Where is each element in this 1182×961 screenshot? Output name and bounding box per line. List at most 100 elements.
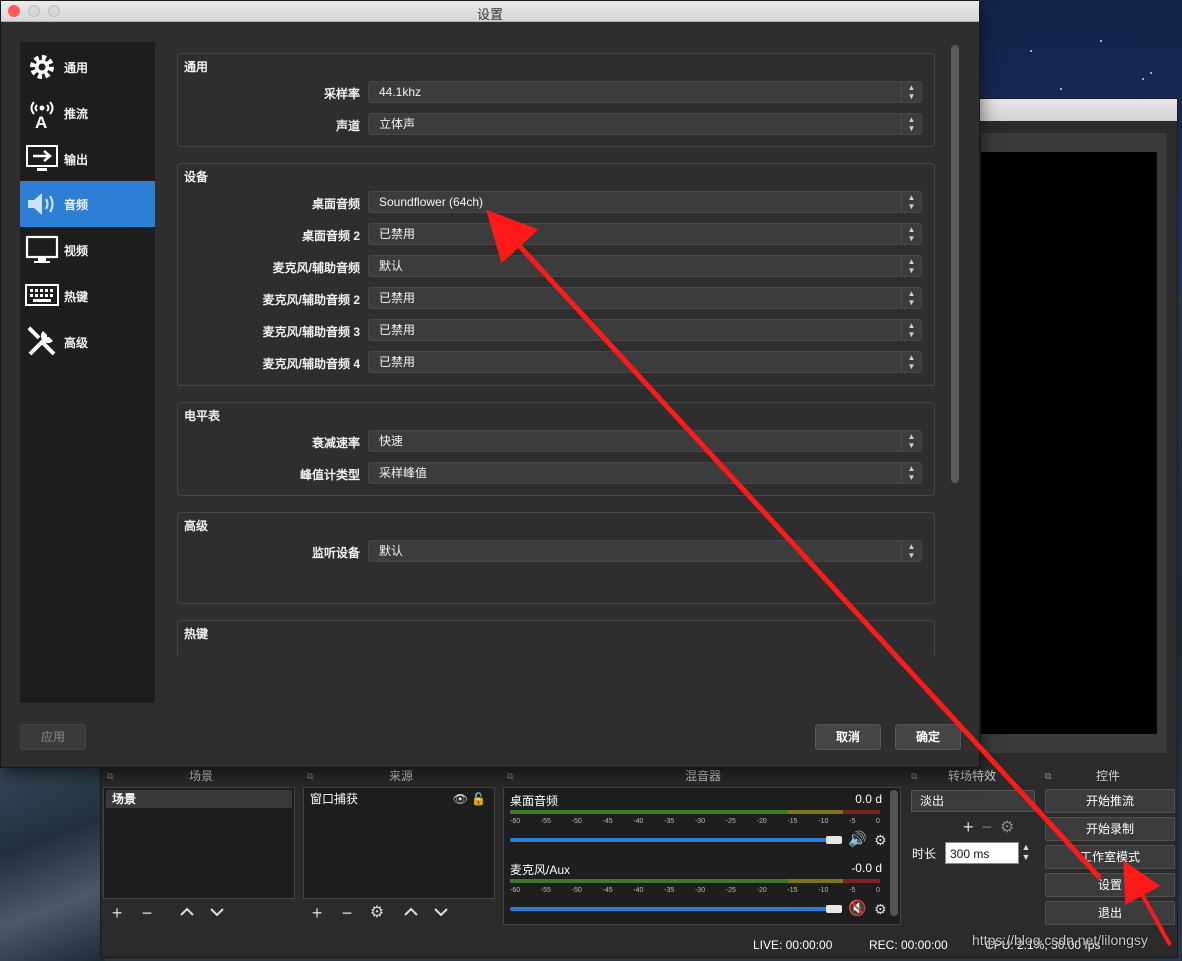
muted-speaker-icon[interactable]: 🔇 bbox=[848, 899, 867, 917]
gear-icon[interactable]: ⚙ bbox=[367, 903, 387, 925]
preview-canvas[interactable] bbox=[981, 152, 1157, 734]
mic-audio-4-select[interactable]: 已禁用 ▲ ▼ bbox=[368, 351, 922, 373]
ok-button[interactable]: 确定 bbox=[895, 724, 961, 750]
decay-rate-select[interactable]: 快速 ▲ ▼ bbox=[368, 430, 922, 452]
group-title: 设备 bbox=[184, 170, 209, 184]
chevron-updown-icon: ▲ ▼ bbox=[901, 431, 921, 451]
meter-tick-label: -5 bbox=[849, 887, 856, 894]
sidebar-item-video[interactable]: 视频 bbox=[20, 227, 155, 273]
keyboard-icon bbox=[24, 278, 60, 314]
duration-label: 时长 bbox=[912, 847, 937, 861]
sidebar-item-audio[interactable]: 音频 bbox=[20, 181, 155, 227]
source-item[interactable]: 窗口捕获 👁 🔓 bbox=[306, 790, 492, 808]
mixer-track-desktop: 桌面音频 0.0 d -60 -55 -50 -45 -40 -35 -30 -25 -20 -1… bbox=[506, 790, 887, 856]
add-icon[interactable]: + bbox=[307, 903, 327, 925]
meter-tick-label: -50 bbox=[571, 887, 582, 894]
sources-list[interactable]: 窗口捕获 👁 🔓 bbox=[303, 787, 495, 899]
desktop-audio-2-select[interactable]: 已禁用 ▲ ▼ bbox=[368, 223, 922, 245]
sidebar-item-advanced[interactable]: 高级 bbox=[20, 319, 155, 365]
move-up-icon[interactable] bbox=[401, 903, 421, 925]
select-value: 44.1khz bbox=[379, 85, 422, 99]
mic-audio-3-row: 麦克风/辅助音频 3 已禁用 ▲ ▼ bbox=[178, 319, 934, 343]
broadcast-icon: A bbox=[24, 95, 60, 131]
volume-slider[interactable] bbox=[510, 838, 830, 842]
mic-audio-2-select[interactable]: 已禁用 ▲ ▼ bbox=[368, 287, 922, 309]
eye-icon[interactable]: 👁 bbox=[453, 790, 468, 808]
channels-row: 声道 立体声 ▲ ▼ bbox=[178, 113, 934, 137]
move-up-icon[interactable] bbox=[177, 903, 197, 925]
mic-audio-row: 麦克风/辅助音频 默认 ▲ ▼ bbox=[178, 255, 934, 279]
settings-button[interactable]: 设置 bbox=[1045, 873, 1175, 897]
add-icon[interactable]: + bbox=[107, 903, 127, 925]
duration-stepper[interactable]: ▲ ▼ bbox=[1019, 842, 1033, 864]
mixer-track-mic: 麦克风/Aux -0.0 d -60 -55 -50 -45 -40 -35 -30 -25-… bbox=[506, 859, 887, 925]
mic-audio-select[interactable]: 默认 ▲ ▼ bbox=[368, 255, 922, 277]
desktop-audio-2-label: 桌面音频 2 bbox=[301, 229, 360, 243]
sources-dock-header: ⧉ 来源 bbox=[303, 767, 499, 785]
settings-content[interactable]: 通用 采样率 44.1khz ▲ ▼ 声道 立体声 ▲ ▼ 设备 桌面音频 So… bbox=[171, 42, 941, 655]
chevron-updown-icon: ▲ ▼ bbox=[901, 352, 921, 372]
sample-rate-select[interactable]: 44.1khz ▲ ▼ bbox=[368, 81, 922, 103]
exit-button[interactable]: 退出 bbox=[1045, 901, 1175, 925]
gear-icon[interactable]: ⚙ bbox=[874, 901, 887, 918]
remove-icon[interactable]: − bbox=[982, 817, 993, 838]
sidebar-item-output[interactable]: 输出 bbox=[20, 136, 155, 182]
move-down-icon[interactable] bbox=[431, 903, 451, 925]
peak-meter-type-select[interactable]: 采样峰值 ▲ ▼ bbox=[368, 462, 922, 484]
rec-status: REC: 00:00:00 bbox=[869, 938, 948, 952]
cancel-button[interactable]: 取消 bbox=[815, 724, 881, 750]
sidebar-item-general[interactable]: 通用 bbox=[20, 44, 155, 90]
add-icon[interactable]: + bbox=[963, 817, 974, 838]
volume-slider-handle[interactable] bbox=[826, 905, 842, 913]
select-value: 已禁用 bbox=[379, 291, 416, 305]
sidebar-item-hotkeys[interactable]: 热键 bbox=[20, 273, 155, 319]
channels-select[interactable]: 立体声 ▲ ▼ bbox=[368, 113, 922, 135]
float-icon[interactable]: ⧉ bbox=[307, 767, 313, 785]
speaker-icon bbox=[24, 186, 60, 222]
meter-tick-label: -60 bbox=[510, 887, 521, 894]
remove-icon[interactable]: − bbox=[337, 903, 357, 925]
apply-button[interactable]: 应用 bbox=[20, 724, 86, 750]
lock-icon[interactable]: 🔓 bbox=[471, 790, 486, 808]
volume-slider-handle[interactable] bbox=[826, 836, 842, 844]
float-icon[interactable]: ⧉ bbox=[507, 767, 513, 785]
gear-icon[interactable]: ⚙ bbox=[1000, 817, 1014, 838]
scenes-list[interactable]: 场景 bbox=[103, 787, 295, 899]
transition-select[interactable]: 淡出 bbox=[911, 790, 1035, 812]
desktop-audio-select[interactable]: Soundflower (64ch) ▲ ▼ bbox=[368, 191, 922, 213]
start-recording-button[interactable]: 开始录制 bbox=[1045, 817, 1175, 841]
mixer-panel: 桌面音频 0.0 d -60 -55 -50 -45 -40 -35 -30 -25 -20 -1… bbox=[503, 787, 901, 925]
scene-item[interactable]: 场景 bbox=[106, 790, 292, 808]
sidebar-item-label: 音频 bbox=[64, 197, 89, 212]
volume-slider[interactable] bbox=[510, 907, 830, 911]
studio-mode-button[interactable]: 工作室模式 bbox=[1045, 845, 1175, 869]
meter-ticks: -60 -55 -50 -45 -40 -35 -30 -25 -20 -15 -10 -5 0 bbox=[510, 818, 880, 828]
meters-group: 电平表 衰减速率 快速 ▲ ▼ 峰值计类型 采样峰值 ▲ ▼ bbox=[177, 402, 935, 496]
duration-input[interactable]: 300 ms bbox=[945, 842, 1019, 864]
mixer-track-name: 桌面音频 bbox=[510, 794, 559, 808]
gear-icon[interactable]: ⚙ bbox=[874, 832, 887, 849]
transitions-dock-header: ⧉ 转场特效 bbox=[907, 767, 1037, 785]
chevron-updown-icon: ▲ ▼ bbox=[901, 463, 921, 483]
float-icon[interactable]: ⧉ bbox=[911, 767, 917, 785]
sidebar-item-label: 视频 bbox=[64, 243, 89, 258]
start-streaming-button[interactable]: 开始推流 bbox=[1045, 789, 1175, 813]
content-scrollbar-thumb[interactable] bbox=[951, 45, 959, 483]
monitoring-device-select[interactable]: 默认 ▲ ▼ bbox=[368, 540, 922, 562]
meter-tick-label: -25 bbox=[725, 818, 736, 825]
float-icon[interactable]: ⧉ bbox=[1045, 767, 1051, 785]
scenes-dock-header: ⧉ 场景 bbox=[103, 767, 299, 785]
mic-audio-label: 麦克风/辅助音频 bbox=[272, 261, 360, 275]
chevron-updown-icon: ▲ ▼ bbox=[901, 320, 921, 340]
move-down-icon[interactable] bbox=[207, 903, 227, 925]
settings-sidebar: 通用 A 推流 输出 音频 视频 热键 高级 bbox=[20, 42, 155, 703]
monitoring-device-label: 监听设备 bbox=[311, 546, 360, 560]
mic-audio-3-select[interactable]: 已禁用 ▲ ▼ bbox=[368, 319, 922, 341]
mixer-scrollbar[interactable] bbox=[890, 790, 898, 916]
mixer-track-db: 0.0 d bbox=[855, 792, 882, 806]
remove-icon[interactable]: − bbox=[137, 903, 157, 925]
float-icon[interactable]: ⧉ bbox=[107, 767, 113, 785]
meter-tick-label: -15 bbox=[787, 887, 798, 894]
sidebar-item-stream[interactable]: A 推流 bbox=[20, 90, 155, 136]
speaker-icon[interactable]: 🔊 bbox=[848, 830, 867, 848]
